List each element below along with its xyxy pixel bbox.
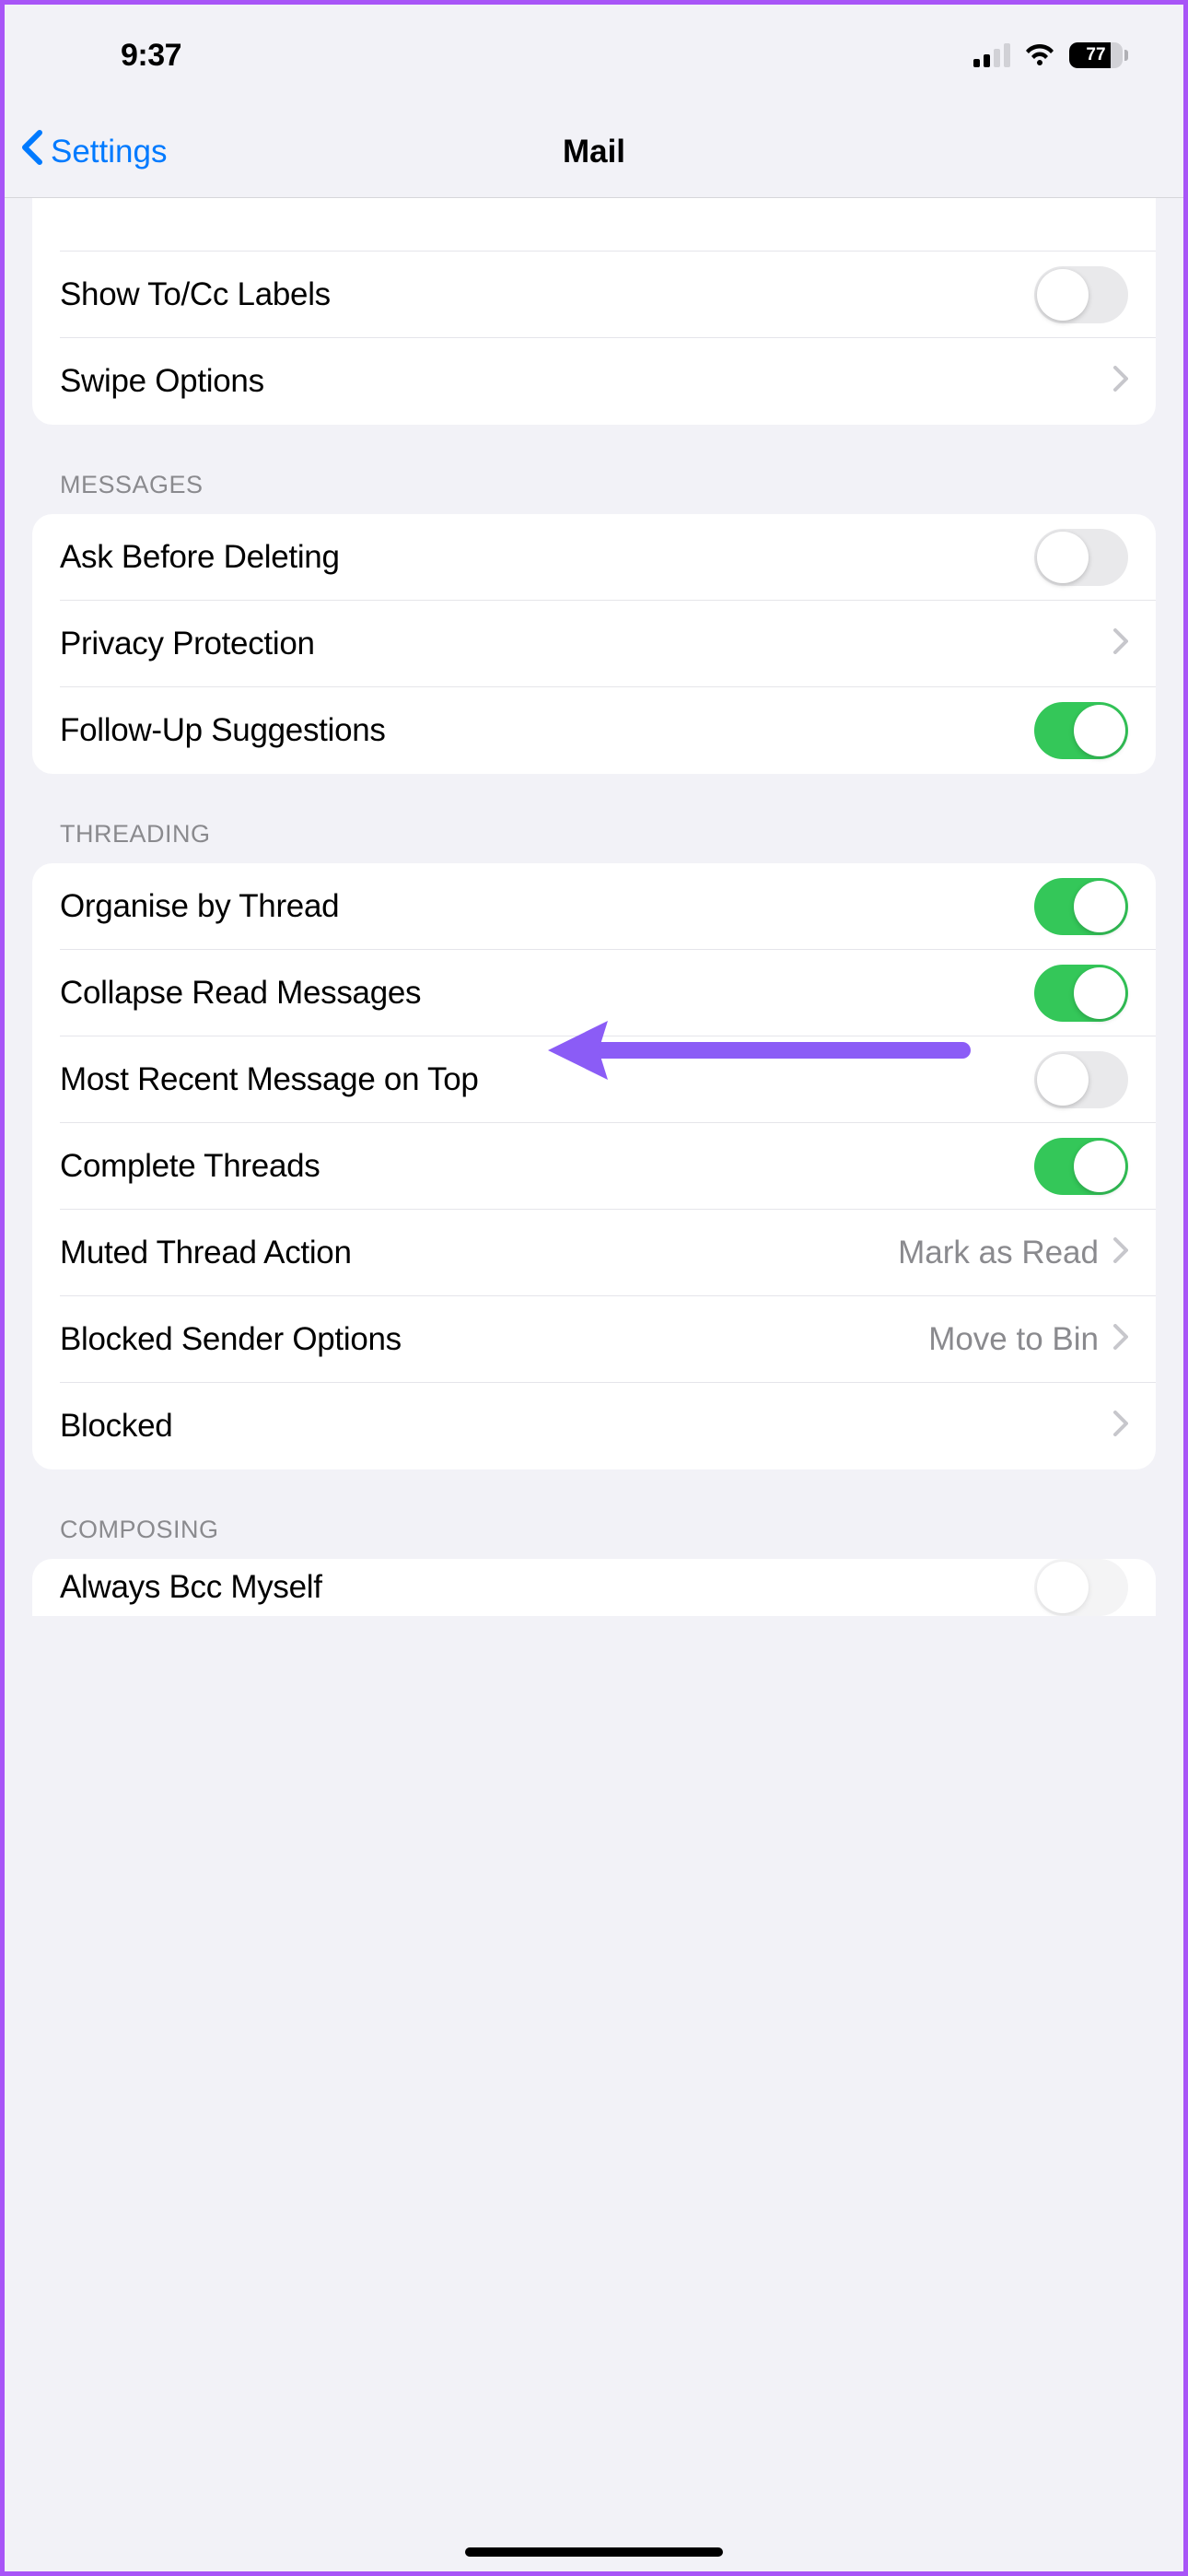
settings-section-messages: Ask Before Deleting Privacy Protection F… <box>32 514 1156 774</box>
row-label: Organise by Thread <box>60 888 1034 925</box>
row-blocked-sender-options[interactable]: Blocked Sender Options Move to Bin <box>32 1296 1156 1383</box>
row-label: Blocked Sender Options <box>60 1321 928 1358</box>
section-header-messages: MESSAGES <box>32 425 1156 514</box>
row-muted-thread-action[interactable]: Muted Thread Action Mark as Read <box>32 1210 1156 1296</box>
settings-section-first: Show To/Cc Labels Swipe Options <box>32 198 1156 425</box>
row-label: Always Bcc Myself <box>60 1569 1034 1606</box>
status-bar: 9:37 77 <box>5 5 1183 106</box>
chevron-left-icon <box>21 129 43 175</box>
cellular-signal-icon <box>973 43 1010 67</box>
row-label: Muted Thread Action <box>60 1235 898 1271</box>
back-label: Settings <box>51 134 167 170</box>
status-icons: 77 <box>973 42 1128 68</box>
row-organise-by-thread[interactable]: Organise by Thread <box>32 863 1156 950</box>
settings-section-composing: Always Bcc Myself <box>32 1559 1156 1616</box>
row-label: Privacy Protection <box>60 626 1113 662</box>
row-label: Follow-Up Suggestions <box>60 712 1034 749</box>
row-privacy-protection[interactable]: Privacy Protection <box>32 601 1156 687</box>
wifi-icon <box>1023 43 1056 67</box>
table-row-partial[interactable] <box>32 198 1156 252</box>
toggle-complete-threads[interactable] <box>1034 1138 1128 1195</box>
row-label: Blocked <box>60 1408 1113 1445</box>
toggle-show-to-cc[interactable] <box>1034 266 1128 323</box>
row-label: Swipe Options <box>60 363 1113 400</box>
row-label: Show To/Cc Labels <box>60 276 1034 313</box>
row-label: Collapse Read Messages <box>60 975 1034 1012</box>
row-value: Move to Bin <box>928 1321 1099 1358</box>
row-always-bcc-myself[interactable]: Always Bcc Myself <box>32 1559 1156 1616</box>
row-most-recent-on-top[interactable]: Most Recent Message on Top <box>32 1036 1156 1123</box>
toggle-ask-before-deleting[interactable] <box>1034 529 1128 586</box>
chevron-right-icon <box>1113 365 1128 399</box>
chevron-right-icon <box>1113 627 1128 662</box>
row-swipe-options[interactable]: Swipe Options <box>32 338 1156 425</box>
row-ask-before-deleting[interactable]: Ask Before Deleting <box>32 514 1156 601</box>
toggle-most-recent-on-top[interactable] <box>1034 1051 1128 1108</box>
page-title: Mail <box>563 134 625 170</box>
toggle-follow-up-suggestions[interactable] <box>1034 702 1128 759</box>
settings-section-threading: Organise by Thread Collapse Read Message… <box>32 863 1156 1469</box>
row-show-to-cc-labels[interactable]: Show To/Cc Labels <box>32 252 1156 338</box>
section-header-composing: COMPOSING <box>32 1469 1156 1559</box>
home-indicator[interactable] <box>465 2547 723 2557</box>
status-time: 9:37 <box>121 38 181 74</box>
row-collapse-read-messages[interactable]: Collapse Read Messages <box>32 950 1156 1036</box>
section-header-threading: THREADING <box>32 774 1156 863</box>
row-label: Most Recent Message on Top <box>60 1061 1034 1098</box>
toggle-organise-by-thread[interactable] <box>1034 878 1128 935</box>
chevron-right-icon <box>1113 1236 1128 1270</box>
back-button[interactable]: Settings <box>21 129 167 175</box>
chevron-right-icon <box>1113 1410 1128 1444</box>
row-label: Ask Before Deleting <box>60 539 1034 576</box>
row-complete-threads[interactable]: Complete Threads <box>32 1123 1156 1210</box>
toggle-always-bcc[interactable] <box>1034 1559 1128 1616</box>
battery-icon: 77 <box>1069 42 1128 68</box>
row-label: Complete Threads <box>60 1148 1034 1185</box>
row-blocked[interactable]: Blocked <box>32 1383 1156 1469</box>
toggle-collapse-read[interactable] <box>1034 965 1128 1022</box>
row-follow-up-suggestions[interactable]: Follow-Up Suggestions <box>32 687 1156 774</box>
row-value: Mark as Read <box>898 1235 1099 1271</box>
navigation-bar: Settings Mail <box>5 106 1183 198</box>
chevron-right-icon <box>1113 1323 1128 1357</box>
